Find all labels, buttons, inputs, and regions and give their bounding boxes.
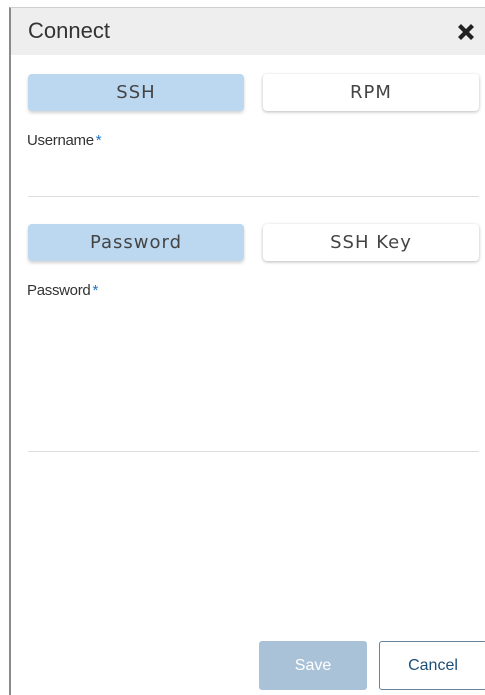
connect-dialog: Connect SSH RPM Username * Password SSH K… xyxy=(9,7,485,695)
dialog-header: Connect xyxy=(11,8,485,55)
close-icon[interactable] xyxy=(454,20,478,44)
protocol-option-rpm[interactable]: RPM xyxy=(263,74,479,111)
cancel-button[interactable]: Cancel xyxy=(379,641,485,690)
auth-option-ssh-key[interactable]: SSH Key xyxy=(263,224,479,261)
dialog-title: Connect xyxy=(28,18,110,43)
username-required-mark: * xyxy=(95,132,102,149)
password-label: Password * xyxy=(27,282,98,299)
protocol-option-ssh[interactable]: SSH xyxy=(28,74,244,111)
username-label: Username * xyxy=(27,132,102,149)
password-input[interactable] xyxy=(28,308,479,452)
save-button[interactable]: Save xyxy=(259,641,367,690)
username-label-text: Username xyxy=(27,132,94,149)
password-label-text: Password xyxy=(27,282,91,299)
username-input[interactable] xyxy=(28,158,479,197)
auth-option-password[interactable]: Password xyxy=(28,224,244,261)
close-icon-glyph xyxy=(458,24,474,40)
password-required-mark: * xyxy=(92,282,99,299)
